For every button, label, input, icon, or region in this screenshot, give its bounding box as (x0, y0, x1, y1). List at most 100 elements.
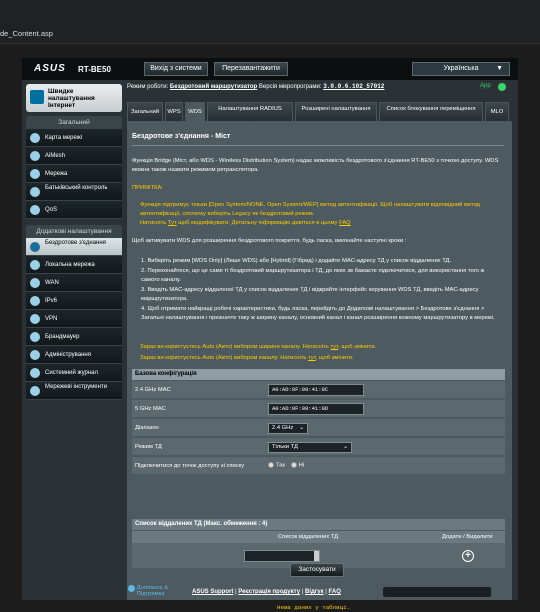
tab-wps[interactable]: WPS (165, 102, 183, 121)
remote-ap-spinner[interactable] (314, 551, 319, 561)
chevron-down-icon: ⌄ (343, 444, 348, 450)
sidebar-item-lan[interactable]: Локальна мережа (26, 256, 122, 274)
note-text-1: Функція підтримує тільки [Open System/NO… (140, 202, 480, 217)
reboot-button[interactable]: Перезавантажити (214, 62, 288, 76)
apply-button[interactable]: Застосувати (290, 563, 344, 577)
administration-icon (30, 350, 40, 360)
mac-24-row: 2.4 GHz MAC A0:AD:9F:09:41:0C (132, 381, 505, 399)
help-support-link[interactable]: Допомога & Підтримка (128, 585, 177, 597)
tab-roaming-block-list[interactable]: Список блокування переміщення (379, 102, 483, 121)
channel-width-link[interactable]: тут (330, 344, 338, 350)
channel-width-note: Зараз ви користуєтесь Auto (Авто) виборо… (140, 343, 512, 352)
sidebar-item-label: WAN (45, 280, 59, 286)
divider (132, 145, 504, 146)
band-value: 2.4 GHz (272, 425, 294, 431)
sidebar-item-system-log[interactable]: Системний журнал (26, 364, 122, 382)
tab-professional[interactable]: Розширені налаштування (295, 102, 377, 121)
main-panel: Бездротове з'єднання - Міст Функція Brid… (127, 121, 512, 611)
step-3: 3. Введіть MAC-адресу віддаленої ТД у сп… (141, 287, 479, 302)
channel-width-note-a: Зараз ви користуєтесь Auto (Авто) виборо… (140, 344, 331, 350)
basic-config-header: Базова конфігурація (132, 369, 505, 380)
sidebar-item-label: Мережеві інструменти (45, 384, 108, 390)
mac-24-field[interactable]: A0:AD:9F:09:41:0C (268, 384, 364, 396)
sidebar-item-label: Бездротове з'єднання (45, 240, 106, 246)
language-value: Українська (443, 65, 479, 72)
chevron-down-icon: ⌄ (299, 425, 304, 431)
note-text-2b: щоб модифікувати. Детальну інформацію ди… (176, 220, 340, 226)
firmware-label: Версія мікропрограми: (258, 84, 322, 90)
feedback-link[interactable]: Відгук (305, 589, 324, 595)
remote-ap-input[interactable] (244, 550, 320, 562)
sidebar-item-parental-control[interactable]: Батьківський контроль (26, 183, 122, 201)
tab-mlo[interactable]: MLO (485, 102, 509, 121)
product-registration-link[interactable]: Реєстрація продукту (238, 589, 300, 595)
mac-5-label: 5 GHz MAC (135, 406, 166, 412)
language-select[interactable]: Українська ▼ (412, 62, 510, 76)
channel-note: Зараз ви користуєтесь Auto (Авто) виборо… (140, 354, 512, 363)
add-icon[interactable]: + (462, 550, 474, 562)
quick-setup-button[interactable]: Швидке налаштування Інтернет (26, 84, 122, 112)
network-map-icon (30, 133, 40, 143)
sidebar-item-ipv6[interactable]: IPv6 (26, 292, 122, 310)
aimesh-icon (30, 151, 40, 161)
sidebar-item-label: Карта мережі (45, 135, 83, 141)
band-select[interactable]: 2.4 GHz ⌄ (268, 423, 308, 434)
sidebar-item-label: IPv6 (45, 298, 58, 304)
top-bar: ASUS RT-BE50 Вихід з системи Перезаванта… (22, 58, 518, 80)
faq-search-input[interactable] (382, 586, 492, 598)
sidebar-item-wan[interactable]: WAN (26, 274, 122, 292)
radio-yes[interactable] (268, 462, 274, 468)
intro-text: Функція Bridge (Міст, або WDS - Wireless… (132, 158, 499, 173)
sidebar-item-label: Мережа (45, 171, 68, 177)
sidebar-item-administration[interactable]: Адміністрування (26, 346, 122, 364)
tab-general[interactable]: Загальний (127, 102, 163, 121)
modify-link[interactable]: Тут (168, 220, 177, 226)
radio-no[interactable] (290, 462, 297, 468)
sidebar-item-firewall[interactable]: Брандмауер (26, 328, 122, 346)
note-text-2a: Натисніть (140, 220, 168, 226)
logout-button[interactable]: Вихід з системи (144, 62, 208, 76)
empty-table-text: Нема даних у таблиці. (277, 604, 351, 611)
app-icon[interactable] (498, 83, 506, 91)
sidebar-item-label: Системний журнал (45, 370, 99, 376)
browser-address-bar[interactable]: de_Content.asp (0, 0, 540, 44)
ap-mode-value: Тільки ТД (272, 444, 298, 450)
general-section-header: Загальний (26, 116, 122, 129)
step-4: 4. Щоб отримати найкращі робочі характер… (141, 306, 495, 321)
sidebar-item-label: AiMesh (45, 153, 66, 159)
footer-faq-link[interactable]: FAQ (329, 589, 341, 595)
lan-icon (30, 260, 40, 270)
sidebar-item-aimesh[interactable]: AiMesh (26, 147, 122, 165)
channel-note-a: Зараз ви користуєтесь Auto (Авто) виборо… (140, 355, 309, 361)
channel-link[interactable]: тут (308, 355, 316, 361)
ap-mode-row: Режим ТД Тільки ТД ⌄ (132, 438, 505, 456)
sidebar-item-network[interactable]: Мережа (26, 165, 122, 183)
network-tools-icon (30, 386, 40, 396)
sidebar-item-network-tools[interactable]: Мережеві інструменти (26, 382, 122, 400)
sidebar: Швидке налаштування Інтернет Загальний К… (26, 84, 122, 400)
tab-wds[interactable]: WDS (185, 102, 205, 121)
sidebar-item-qos[interactable]: QoS (26, 201, 122, 219)
mac-5-field[interactable]: A0:AD:9F:09:41:0D (268, 403, 364, 415)
asus-support-link[interactable]: ASUS Support (192, 589, 233, 595)
chevron-down-icon: ▼ (496, 65, 503, 72)
connect-ap-row: Підключитися до точок доступу зі списку … (132, 457, 505, 475)
sidebar-item-network-map[interactable]: Карта мережі (26, 129, 122, 147)
brand-logo: ASUS (34, 63, 66, 74)
model-name: RT-BE50 (78, 65, 111, 74)
col-remote-list: Список віддалених ТД (278, 534, 339, 540)
operation-mode-link[interactable]: Бездротовий маршрутизатор (170, 84, 257, 90)
firmware-version-link[interactable]: 3.0.0.6.102_57012 (323, 83, 384, 90)
globe-icon (30, 90, 44, 104)
quick-setup-label: Швидке налаштування Інтернет (48, 88, 95, 109)
tab-radius[interactable]: Налаштування RADIUS (207, 102, 293, 121)
ap-mode-select[interactable]: Тільки ТД ⌄ (268, 442, 352, 453)
sidebar-item-wireless[interactable]: Бездротове з'єднання (26, 238, 122, 256)
remote-ap-header: Список віддалених ТД (Макс. обмеження : … (132, 519, 505, 530)
faq-link[interactable]: FAQ (339, 220, 351, 226)
mac-5-row: 5 GHz MAC A0:AD:9F:09:41:0D (132, 400, 505, 418)
qos-icon (30, 205, 40, 215)
sidebar-item-vpn[interactable]: VPN (26, 310, 122, 328)
sidebar-item-label: Локальна мережа (45, 262, 95, 268)
help-support-label: Допомога & Підтримка (136, 585, 169, 597)
